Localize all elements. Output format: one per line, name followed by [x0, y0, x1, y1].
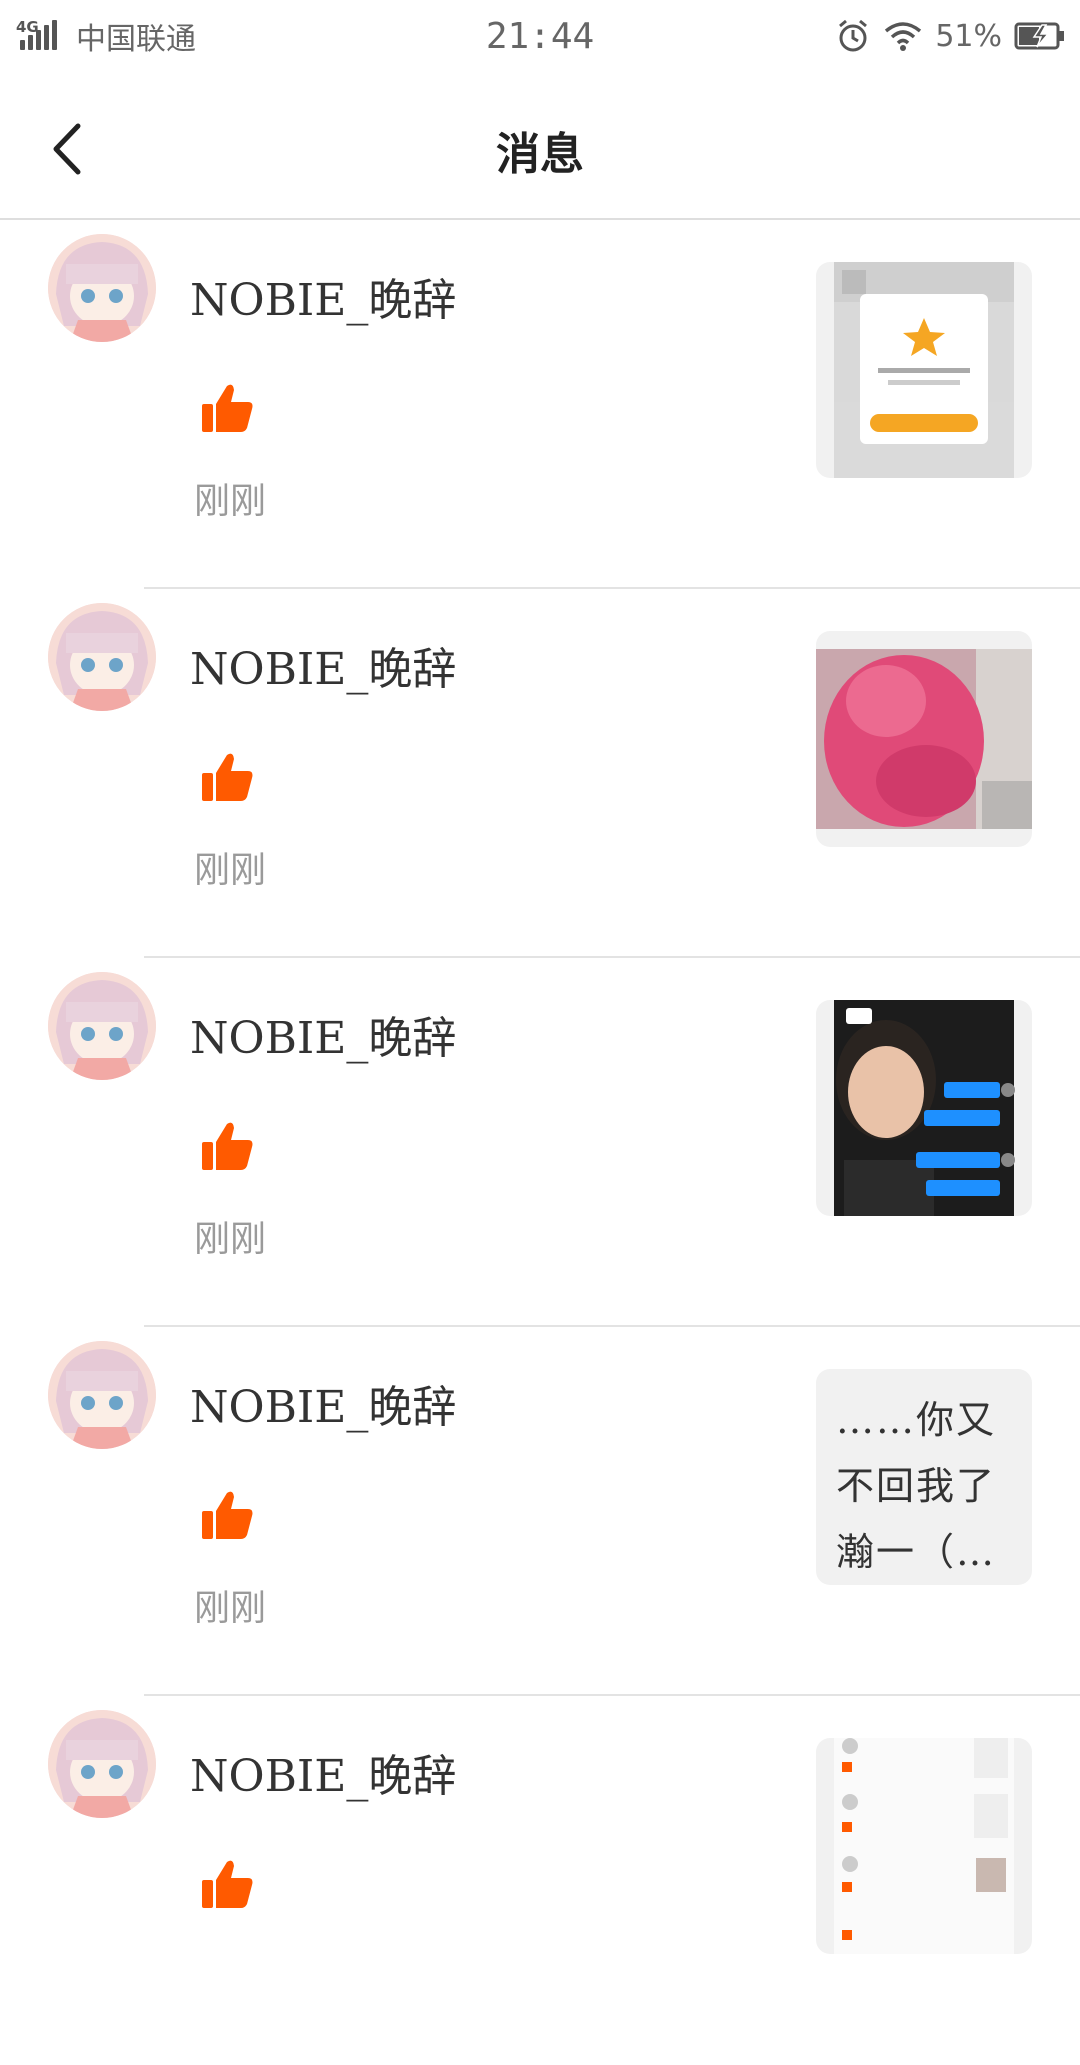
- post-text-preview[interactable]: ……你又不回我了瀚一（…: [816, 1369, 1032, 1585]
- wifi-icon: [885, 22, 922, 51]
- nav-header: 消息: [0, 78, 1080, 220]
- message-item[interactable]: NOBIE_晚辞 刚刚: [0, 958, 1080, 1327]
- timestamp: 刚刚: [194, 1588, 267, 1629]
- post-thumbnail[interactable]: [816, 631, 1032, 847]
- avatar[interactable]: [48, 234, 156, 342]
- message-list[interactable]: NOBIE_晚辞 刚刚 NOBIE_晚辞 刚刚 NOBIE_晚辞 刚刚 NOBI…: [0, 220, 1080, 2065]
- thumbs-up-icon: [200, 1118, 256, 1174]
- sender-name[interactable]: NOBIE_晚辞: [190, 1002, 456, 1066]
- post-thumbnail[interactable]: [816, 1000, 1032, 1216]
- thumbs-up-icon: [200, 380, 256, 436]
- post-thumbnail[interactable]: [816, 1738, 1032, 1954]
- battery-charging-icon: [1014, 22, 1064, 50]
- timestamp: 刚刚: [194, 850, 267, 891]
- message-item[interactable]: NOBIE_晚辞 刚刚: [0, 589, 1080, 958]
- message-item[interactable]: NOBIE_晚辞 刚刚 ……你又不回我了瀚一（…: [0, 1327, 1080, 1696]
- alarm-icon: [839, 19, 868, 52]
- battery-percent: 51%: [935, 18, 1002, 54]
- sender-name[interactable]: NOBIE_晚辞: [190, 1371, 456, 1435]
- status-bar: 4G 中国联通 21:44 51%: [0, 0, 1080, 78]
- thumbs-up-icon: [200, 749, 256, 805]
- sender-name[interactable]: NOBIE_晚辞: [190, 633, 456, 697]
- post-text: ……你又不回我了瀚一（…: [836, 1398, 997, 1574]
- avatar[interactable]: [48, 603, 156, 711]
- avatar[interactable]: [48, 1341, 156, 1449]
- message-item[interactable]: NOBIE_晚辞: [0, 1696, 1080, 2065]
- avatar[interactable]: [48, 972, 156, 1080]
- sender-name[interactable]: NOBIE_晚辞: [190, 1740, 456, 1804]
- message-item[interactable]: NOBIE_晚辞 刚刚: [0, 220, 1080, 589]
- timestamp: 刚刚: [194, 1219, 267, 1260]
- thumbs-up-icon: [200, 1487, 256, 1543]
- avatar[interactable]: [48, 1710, 156, 1818]
- timestamp: 刚刚: [194, 481, 267, 522]
- post-thumbnail[interactable]: [816, 262, 1032, 478]
- sender-name[interactable]: NOBIE_晚辞: [190, 264, 456, 328]
- page-title: 消息: [496, 129, 584, 180]
- thumbs-up-icon: [200, 1856, 256, 1912]
